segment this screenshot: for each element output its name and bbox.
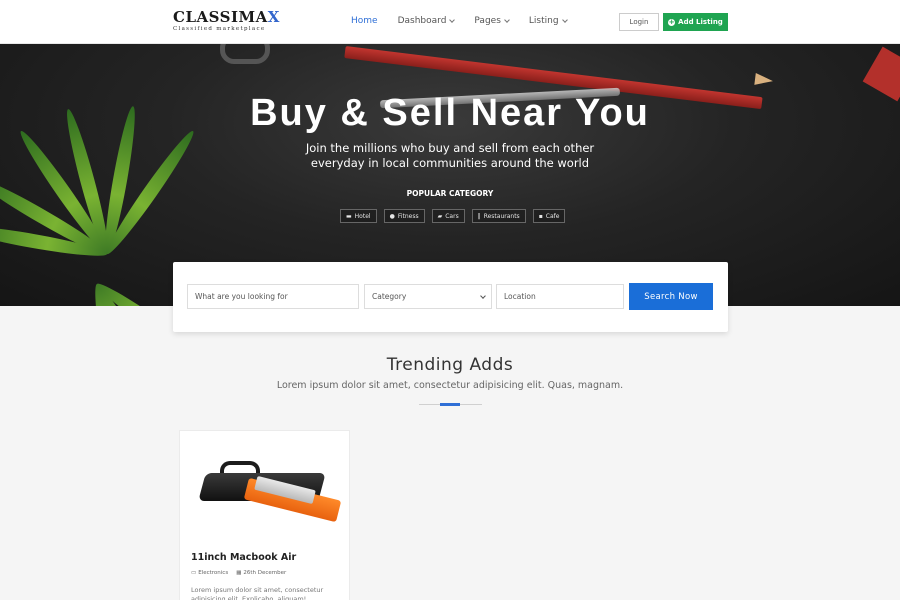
hero-subtitle: Join the millions who buy and sell from … bbox=[0, 141, 900, 171]
chevron-down-icon bbox=[449, 16, 456, 23]
category-chip-label: Hotel bbox=[354, 212, 371, 220]
main-nav: Home Dashboard Pages Listing bbox=[351, 16, 587, 26]
listing-category-label: Electronics bbox=[198, 570, 229, 576]
listing-description: Lorem ipsum dolor sit amet, consectetur … bbox=[191, 586, 324, 600]
listing-card[interactable]: 11inch Macbook Air ▭ Electronics ▦ 26th De… bbox=[179, 430, 350, 600]
nav-listing[interactable]: Listing bbox=[528, 16, 568, 26]
nav-dashboard-label: Dashboard bbox=[397, 16, 447, 26]
location-input[interactable]: Location bbox=[496, 284, 624, 309]
category-chip-restaurants[interactable]: ‖ Restaurants bbox=[471, 209, 526, 223]
hero-subtitle-line: everyday in local communities around the… bbox=[310, 156, 590, 170]
add-listing-button[interactable]: + Add Listing bbox=[663, 13, 728, 31]
chevron-down-icon bbox=[504, 16, 510, 23]
pencil-tip-decor bbox=[754, 72, 774, 88]
listing-date: ▦ 26th December bbox=[236, 570, 286, 576]
coffee-icon: ▪ bbox=[538, 212, 543, 220]
hero-subtitle-line: Join the millions who buy and sell from … bbox=[305, 141, 595, 155]
section-subtitle: Lorem ipsum dolor sit amet, consectetur … bbox=[276, 380, 624, 391]
folder-icon: ▭ bbox=[191, 570, 197, 576]
category-chip-fitness[interactable]: ● Fitness bbox=[383, 209, 425, 223]
nav-dashboard[interactable]: Dashboard bbox=[397, 16, 456, 26]
section-divider-accent bbox=[440, 403, 460, 406]
nav-listing-label: Listing bbox=[528, 16, 559, 26]
category-select[interactable]: Category bbox=[364, 284, 492, 309]
bed-icon: ▬ bbox=[346, 212, 352, 220]
section-title: Trending Adds bbox=[386, 355, 514, 375]
chevron-down-icon bbox=[480, 293, 486, 299]
chevron-down-icon bbox=[561, 16, 568, 23]
top-navbar: CLASSIMAX Classified marketplace Home Da… bbox=[0, 0, 900, 44]
login-button[interactable]: Login bbox=[619, 13, 659, 31]
category-chip-label: Fitness bbox=[397, 212, 419, 220]
popular-category-title: POPULAR CATEGORY bbox=[406, 189, 494, 198]
nav-pages[interactable]: Pages bbox=[474, 16, 510, 26]
nav-home-label: Home bbox=[351, 16, 378, 26]
nav-pages-label: Pages bbox=[474, 16, 501, 26]
category-chip-label: Cafe bbox=[545, 212, 560, 220]
popular-category-list: ▬ Hotel ● Fitness ▰ Cars ‖ Restaurants ▪ Cafe bbox=[340, 209, 566, 223]
logo-tagline: Classified marketplace bbox=[173, 26, 266, 32]
logo-wordmark: CLASSIMAX bbox=[173, 8, 280, 26]
category-chip-hotel[interactable]: ▬ Hotel bbox=[340, 209, 377, 223]
cutlery-icon: ‖ bbox=[477, 212, 481, 220]
car-icon: ▰ bbox=[437, 212, 443, 220]
category-chip-cars[interactable]: ▰ Cars bbox=[431, 209, 465, 223]
listing-image[interactable] bbox=[180, 431, 349, 536]
category-chip-label: Cars bbox=[445, 212, 459, 220]
listing-date-label: 26th December bbox=[243, 570, 287, 576]
search-now-button[interactable]: Search Now bbox=[629, 283, 713, 310]
site-logo[interactable]: CLASSIMAX Classified marketplace bbox=[173, 8, 280, 33]
keyword-search-input[interactable]: What are you looking for bbox=[187, 284, 359, 309]
calendar-icon: ▦ bbox=[236, 570, 242, 576]
listing-meta: ▭ Electronics ▦ 26th December bbox=[191, 570, 286, 576]
nav-home[interactable]: Home bbox=[351, 16, 378, 26]
listing-category[interactable]: ▭ Electronics bbox=[191, 570, 228, 576]
add-listing-label: Add Listing bbox=[678, 18, 723, 26]
plus-circle-icon: + bbox=[668, 17, 676, 26]
category-chip-cafe[interactable]: ▪ Cafe bbox=[532, 209, 566, 223]
category-select-value: Category bbox=[372, 292, 407, 301]
listing-title[interactable]: 11inch Macbook Air bbox=[191, 552, 296, 563]
search-panel: What are you looking for Category Locati… bbox=[173, 262, 728, 332]
fitness-icon: ● bbox=[389, 212, 395, 220]
hero-title: Buy & Sell Near You bbox=[250, 92, 650, 134]
category-chip-label: Restaurants bbox=[483, 212, 520, 220]
